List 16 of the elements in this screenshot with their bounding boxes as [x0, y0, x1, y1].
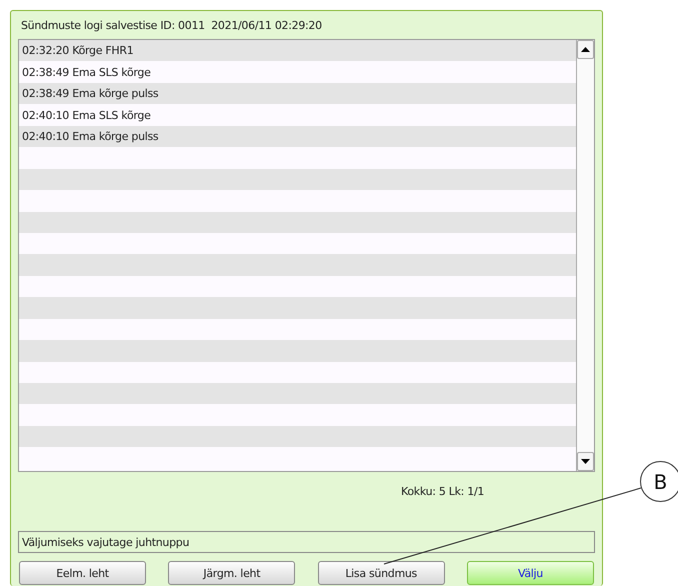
exit-button[interactable]: Välju — [466, 561, 594, 585]
list-row[interactable]: 02:38:49 Ema kõrge pulss — [19, 82, 576, 104]
down-arrow-icon — [581, 459, 590, 464]
list-row[interactable]: 02:32:20 Kõrge FHR1 — [19, 40, 576, 62]
panel-title: Sündmuste logi salvestise ID: 0011 2021/06/11 02:29:20 — [20, 18, 323, 34]
scroll-down-button[interactable] — [577, 452, 594, 471]
action-button[interactable]: Järgm. leht — [168, 561, 296, 585]
scrollbar[interactable] — [576, 40, 594, 471]
up-arrow-icon — [581, 47, 590, 52]
scroll-up-button[interactable] — [577, 40, 594, 59]
summary-text: Kokku: 5 Lk: 1/1 — [401, 484, 484, 498]
status-field: Väljumiseks vajutage juhtnuppu — [18, 531, 595, 553]
action-button[interactable]: Eelm. leht — [19, 561, 146, 585]
callout-label: B — [640, 461, 678, 502]
list-row[interactable]: 02:40:10 Ema kõrge pulss — [19, 126, 576, 148]
action-button[interactable]: Lisa sündmus — [318, 561, 445, 585]
